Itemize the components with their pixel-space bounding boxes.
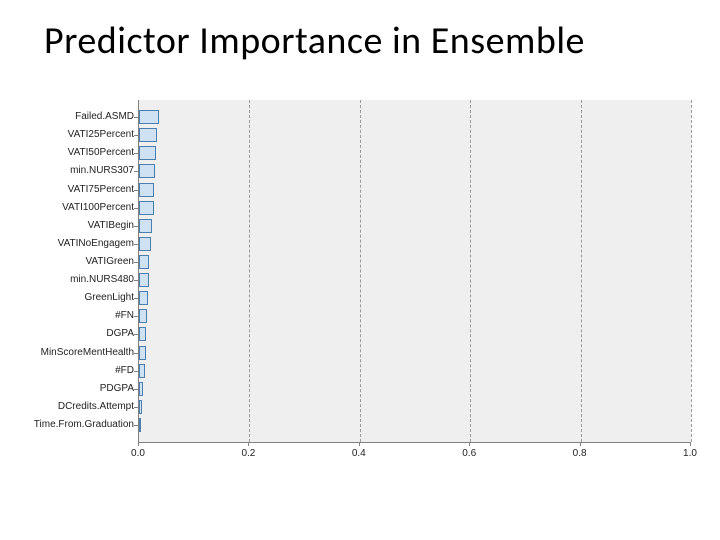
bar <box>139 201 154 215</box>
bar <box>139 255 149 269</box>
bar <box>139 346 146 360</box>
bar <box>139 128 157 142</box>
x-tick-mark <box>580 442 581 446</box>
y-axis-labels: Failed.ASMD VATI25Percent VATI50Percent min… <box>30 100 134 442</box>
page-title: Predictor Importance in Ensemble <box>44 18 585 64</box>
y-tick-label: #FN <box>115 311 134 321</box>
bar <box>139 219 152 233</box>
y-tick-label: VATINoEngagem <box>58 239 134 249</box>
x-tick-label: 0.0 <box>131 448 145 459</box>
x-tick-label: 0.6 <box>462 448 476 459</box>
y-tick-label: #FD <box>115 366 134 376</box>
grid-line <box>360 100 361 442</box>
bar <box>139 364 145 378</box>
bar <box>139 327 146 341</box>
bar <box>139 400 142 414</box>
x-tick-label: 1.0 <box>683 448 697 459</box>
x-tick-mark <box>359 442 360 446</box>
bar <box>139 382 143 396</box>
x-tick-mark <box>248 442 249 446</box>
grid-line <box>581 100 582 442</box>
x-tick-label: 0.2 <box>241 448 255 459</box>
grid-line <box>470 100 471 442</box>
y-tick-label: Failed.ASMD <box>75 112 134 122</box>
bar <box>139 183 154 197</box>
bar <box>139 237 151 251</box>
y-tick-label: MinScoreMentHealth <box>41 348 134 358</box>
bar <box>139 291 148 305</box>
y-tick-label: DGPA <box>106 329 134 339</box>
chart: Failed.ASMD VATI25Percent VATI50Percent min… <box>30 100 690 480</box>
x-tick-mark <box>469 442 470 446</box>
x-tick-mark <box>138 442 139 446</box>
x-tick-mark <box>690 442 691 446</box>
y-tick-label: VATIBegin <box>88 221 134 231</box>
y-tick-label: GreenLight <box>85 293 134 303</box>
y-tick-label: VATI100Percent <box>62 203 134 213</box>
x-axis-ticks: 0.00.20.40.60.81.0 <box>138 442 690 466</box>
y-tick-label: PDGPA <box>100 384 134 394</box>
y-tick-label: VATI50Percent <box>68 148 134 158</box>
bars-layer <box>139 100 691 442</box>
bar <box>139 309 147 323</box>
y-tick-label: min.NURS307 <box>70 166 134 176</box>
plot-area <box>138 100 691 443</box>
slide: Predictor Importance in Ensemble Failed.… <box>0 0 720 540</box>
grid-line <box>249 100 250 442</box>
grid-line <box>691 100 692 442</box>
y-tick-label: min.NURS480 <box>70 275 134 285</box>
bar <box>139 418 141 432</box>
bar <box>139 273 149 287</box>
bar <box>139 110 159 124</box>
y-tick-label: DCredits.Attempt <box>58 402 134 412</box>
y-tick-label: VATI75Percent <box>68 185 134 195</box>
y-tick-label: Time.From.Graduation <box>34 420 134 430</box>
bar <box>139 164 155 178</box>
x-tick-label: 0.8 <box>573 448 587 459</box>
x-tick-label: 0.4 <box>352 448 366 459</box>
bar <box>139 146 156 160</box>
y-tick-label: VATIGreen <box>85 257 134 267</box>
y-tick-label: VATI25Percent <box>68 130 134 140</box>
